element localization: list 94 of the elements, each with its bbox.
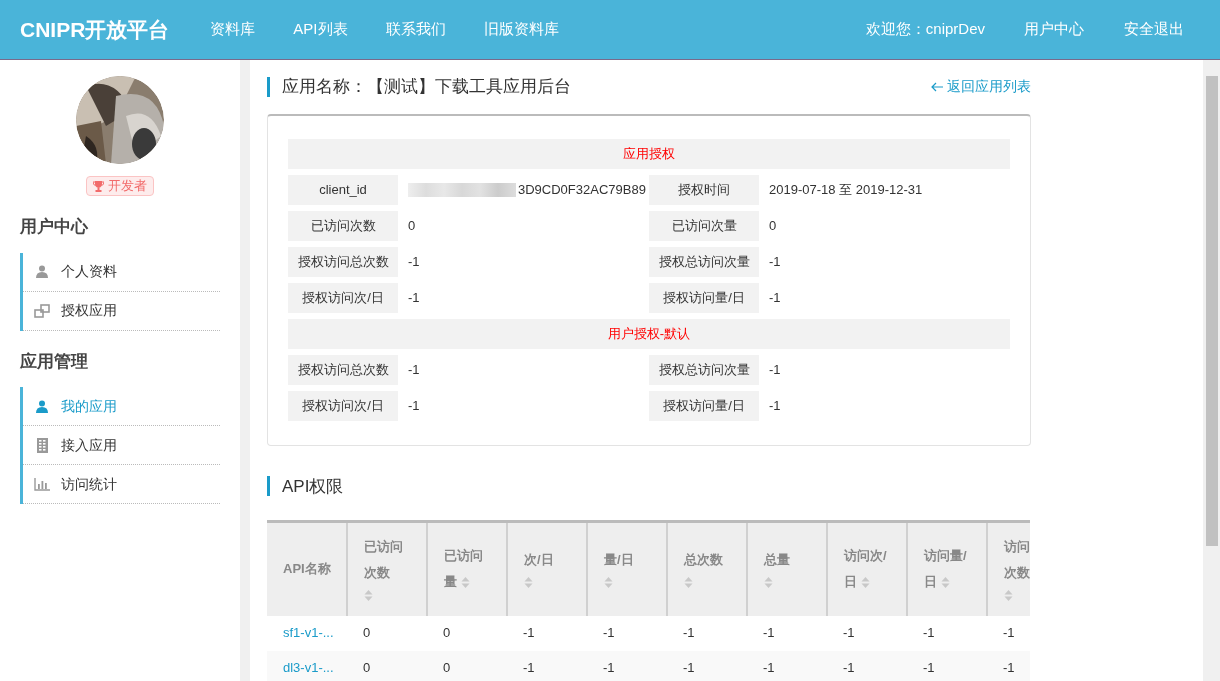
sidebar-item[interactable]: 接入应用 xyxy=(23,426,220,465)
field-label: 授权访问总次数 xyxy=(288,354,398,385)
field-label: 已访问次数 xyxy=(288,210,398,241)
column-header[interactable]: 访问量/ 日 xyxy=(907,521,987,616)
field-value: -1 xyxy=(769,360,781,379)
column-header[interactable]: 总量 xyxy=(747,521,827,616)
table-cell: 0 xyxy=(427,650,507,681)
table-cell: -1 xyxy=(987,615,1030,651)
column-header[interactable]: API名称 xyxy=(267,521,347,616)
table-cell: -1 xyxy=(827,615,907,651)
nav-link[interactable]: 旧版资料库 xyxy=(483,18,559,41)
welcome-text: 欢迎您：cniprDev xyxy=(865,19,985,40)
table-cell: -1 xyxy=(747,650,827,681)
nav-link[interactable]: 资料库 xyxy=(210,18,256,41)
column-header[interactable]: 量/日 xyxy=(587,521,667,616)
sort-icon[interactable] xyxy=(364,588,373,602)
table-cell: -1 xyxy=(507,615,587,651)
nav-link[interactable]: 安全退出 xyxy=(1124,18,1184,41)
sort-icon[interactable] xyxy=(524,575,533,589)
field-label: 授权访问量/日 xyxy=(649,390,759,421)
field-value: -1 xyxy=(408,360,420,379)
table-cell: -1 xyxy=(587,650,667,681)
field-value: -1 xyxy=(769,288,781,307)
sort-icon[interactable] xyxy=(1004,588,1013,602)
column-header[interactable]: 访问次/ 日 xyxy=(827,521,907,616)
user-icon xyxy=(36,399,48,413)
table-cell: -1 xyxy=(667,615,747,651)
site-logo[interactable]: CNIPR开放平台 xyxy=(20,13,170,46)
auth-section-title: 应用授权 xyxy=(288,138,1010,169)
auth-section-title: 用户授权-默认 xyxy=(288,318,1010,349)
field-value: 0 xyxy=(408,216,416,235)
sidebar-item[interactable]: 个人资料 xyxy=(23,252,220,292)
sort-icon[interactable] xyxy=(764,575,773,589)
table-cell: -1 xyxy=(827,650,907,681)
trophy-icon xyxy=(93,180,104,192)
sort-icon[interactable] xyxy=(941,575,950,589)
field-label: client_id xyxy=(288,174,398,205)
back-link[interactable]: 返回应用列表 xyxy=(931,76,1031,98)
api-name-link[interactable]: dl3-v1-... xyxy=(283,660,334,676)
sidebar-item[interactable]: 我的应用 xyxy=(23,387,220,426)
table-cell: 0 xyxy=(347,650,427,681)
field-label: 授权时间 xyxy=(649,174,759,205)
api-name-link[interactable]: sf1-v1-... xyxy=(283,625,334,641)
badge-label: 开发者 xyxy=(108,177,147,195)
field-value: 3D9CD0F32AC79B89 xyxy=(518,180,646,199)
table-cell: -1 xyxy=(507,650,587,681)
nav-link[interactable]: 用户中心 xyxy=(1024,18,1084,41)
column-header[interactable]: 已访问 次数 xyxy=(347,521,427,616)
table-cell: -1 xyxy=(907,615,987,651)
field-label: 授权访问量/日 xyxy=(649,282,759,313)
field-label: 授权总访问次量 xyxy=(649,354,759,385)
heading-accent xyxy=(267,76,270,97)
field-value: -1 xyxy=(769,252,781,271)
user-icon xyxy=(36,265,48,278)
section-title: 应用管理 xyxy=(20,350,89,373)
column-header[interactable]: 总次数 xyxy=(667,521,747,616)
sort-icon[interactable] xyxy=(861,575,870,589)
field-label: 授权访问次/日 xyxy=(288,282,398,313)
column-header[interactable]: 已访问 量 xyxy=(427,521,507,616)
sort-icon[interactable] xyxy=(461,575,470,589)
windows-icon xyxy=(34,303,50,318)
left-arrow-icon xyxy=(931,81,943,92)
field-value: 0 xyxy=(769,216,777,235)
table-cell: -1 xyxy=(667,650,747,681)
column-header[interactable]: 访问 次数 xyxy=(987,521,1030,616)
field-value: -1 xyxy=(408,288,420,307)
section-title: 用户中心 xyxy=(20,216,89,238)
building-icon xyxy=(36,437,48,453)
field-label: 授权总访问次量 xyxy=(649,246,759,277)
bar-chart-icon xyxy=(34,477,50,491)
field-value: -1 xyxy=(408,396,420,415)
heading-accent xyxy=(267,476,270,497)
field-value: 2019-07-18 至 2019-12-31 xyxy=(769,180,923,199)
table-cell: -1 xyxy=(747,615,827,651)
sort-icon[interactable] xyxy=(684,575,693,589)
table-cell: -1 xyxy=(907,650,987,681)
nav-link[interactable]: 联系我们 xyxy=(385,18,446,41)
sidebar-item[interactable]: 授权应用 xyxy=(23,291,220,331)
field-label: 授权访问次/日 xyxy=(288,390,398,421)
scrollbar[interactable] xyxy=(1203,60,1220,681)
sort-icon[interactable] xyxy=(604,575,613,589)
field-value: -1 xyxy=(769,396,781,415)
section-heading: 应用名称：【测试】下载工具应用后台 xyxy=(282,76,571,98)
table-cell: -1 xyxy=(587,615,667,651)
section-heading: API权限 xyxy=(282,475,344,498)
table-cell: 0 xyxy=(347,615,427,651)
field-label: 授权访问总次数 xyxy=(288,246,398,277)
table-cell: 0 xyxy=(427,615,507,651)
column-header[interactable]: 次/日 xyxy=(507,521,587,616)
sidebar-item[interactable]: 访问统计 xyxy=(23,465,220,504)
field-value: -1 xyxy=(408,252,420,271)
nav-link[interactable]: API列表 xyxy=(293,18,348,41)
field-label: 已访问次量 xyxy=(649,210,759,241)
table-cell: -1 xyxy=(987,650,1030,681)
